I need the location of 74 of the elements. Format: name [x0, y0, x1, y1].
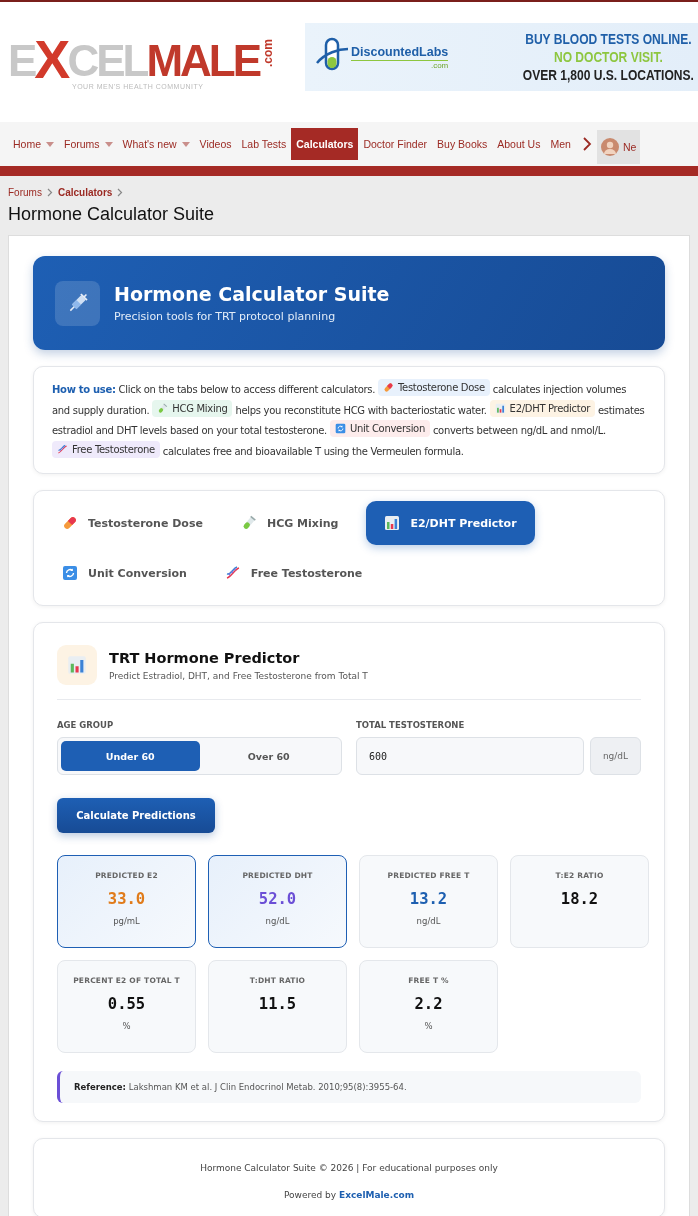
refresh-icon	[62, 565, 78, 581]
ad-banner[interactable]: DiscountedLabs .com BUY BLOOD TESTS ONLINE. NO DOCTOR VISIT. OVER 1,800 U.S. LOCATIONS.	[305, 23, 698, 91]
nav-item[interactable]: Buy Books	[432, 128, 493, 160]
ad-text: BUY BLOOD TESTS ONLINE.	[525, 30, 692, 48]
result-unit: pg/mL	[113, 916, 140, 926]
nav-item[interactable]: Men	[545, 128, 576, 160]
caret-icon	[104, 141, 113, 147]
dna-icon	[57, 443, 68, 455]
result-value: 18.2	[560, 890, 599, 908]
chevron-right-icon	[117, 188, 124, 197]
calculator-tag: Free Testosterone	[52, 440, 160, 458]
nav-item[interactable]: Home	[8, 128, 59, 160]
result-unit: %	[424, 1021, 433, 1031]
nav-item[interactable]: About Us	[492, 128, 546, 160]
nav-item[interactable]: What's new	[117, 128, 195, 160]
nav-item[interactable]: Doctor Finder	[358, 128, 433, 160]
calculator-tab[interactable]: E2/DHT Predictor	[366, 501, 535, 545]
powered-by-text: Powered by	[283, 1190, 337, 1200]
calculator-tab[interactable]: Unit Conversion	[52, 551, 205, 595]
user-menu[interactable]: Ne	[596, 130, 641, 164]
breadcrumb-link[interactable]: Forums	[8, 187, 42, 198]
result-value: 11.5	[258, 995, 297, 1013]
field-label: TOTAL TESTOSTERONE	[356, 720, 466, 730]
calculator-tag: Testosterone Dose	[378, 379, 490, 396]
result-unit: ng/dL	[416, 916, 441, 926]
result-value: 33.0	[107, 890, 146, 908]
instructions-text: How to use: Click on the tabs below to access different calculators. Testosterone Dose calculates injection volumes and supply duration. HCG Mixing helps you reconstitute HCG with bacteriostatic water. E2/DHT Predictor estimates estradiol and DHT levels based on your total testosterone. Unit Conversion converts between ng/dL and nmol/L. Free Testosterone calculates free and bioavailable T using the Vermeulen formula.	[52, 379, 646, 461]
calculator-subtitle: Predict Estradiol, DHT, and Free Testosterone from Total T	[109, 670, 368, 681]
page-title: Hormone Calculator Suite	[8, 204, 216, 225]
caret-icon	[181, 141, 190, 147]
calculator-tab[interactable]: Free Testosterone	[214, 551, 381, 595]
caret-icon	[46, 141, 54, 147]
testosterone-input[interactable]: 600	[356, 737, 584, 775]
avatar-icon	[600, 138, 619, 156]
brand-domain: .com	[430, 60, 449, 70]
hero-title: Hormone Calculator Suite	[114, 283, 390, 305]
nav-item[interactable]: Videos	[194, 128, 237, 160]
breadcrumb-link[interactable]: Calculators	[57, 187, 113, 198]
refresh-icon	[334, 423, 346, 434]
chevron-right-icon	[46, 188, 53, 197]
calculator-tab[interactable]: HCG Mixing	[230, 501, 357, 545]
bar-chart-icon	[384, 515, 401, 531]
bar-chart-icon	[494, 402, 506, 414]
nav-item[interactable]: Calculators	[291, 128, 359, 160]
result-unit: %	[122, 1021, 131, 1031]
calculator-tag: Unit Conversion	[329, 420, 430, 437]
footer-text: Hormone Calculator Suite © 2026 | For educational purposes only	[199, 1163, 499, 1173]
hero-subtitle: Precision tools for TRT protocol planning	[114, 310, 337, 323]
ad-text: OVER 1,800 U.S. LOCATIONS.	[522, 66, 694, 84]
age-option[interactable]: Over 60	[199, 741, 338, 771]
age-option[interactable]: Under 60	[61, 741, 200, 771]
calculator-tag: E2/DHT Predictor	[489, 399, 596, 417]
brand-name: DiscountedLabs	[351, 44, 449, 61]
dna-icon	[224, 565, 241, 581]
result-unit: ng/dL	[265, 916, 290, 926]
reference-note: Reference: Lakshman KM et al. J Clin Endocrinol Metab. 2010;95(8):3955-64.	[57, 1071, 641, 1103]
result-value: 0.55	[107, 995, 146, 1013]
calculator-tag: HCG Mixing	[152, 399, 233, 417]
calculate-button[interactable]: Calculate Predictions	[57, 798, 215, 833]
result-value: 52.0	[258, 890, 297, 908]
site-link[interactable]: ExcelMale.com	[339, 1190, 415, 1200]
pill-icon	[383, 382, 394, 393]
calculator-tab[interactable]: Testosterone Dose	[52, 501, 221, 545]
chevron-right-icon	[581, 136, 592, 152]
syringe-icon	[55, 280, 100, 326]
calculator-title: TRT Hormone Predictor	[109, 649, 301, 666]
ad-text: NO DOCTOR VISIT.	[554, 48, 663, 66]
field-label: AGE GROUP	[57, 720, 115, 730]
bar-chart-icon	[57, 645, 97, 685]
nav-item[interactable]: Forums	[59, 128, 118, 160]
nav-item[interactable]: Lab Tests	[236, 128, 292, 160]
result-value: 2.2	[414, 995, 443, 1013]
unit-label: ng/dL	[590, 737, 641, 775]
result-value: 13.2	[409, 890, 448, 908]
